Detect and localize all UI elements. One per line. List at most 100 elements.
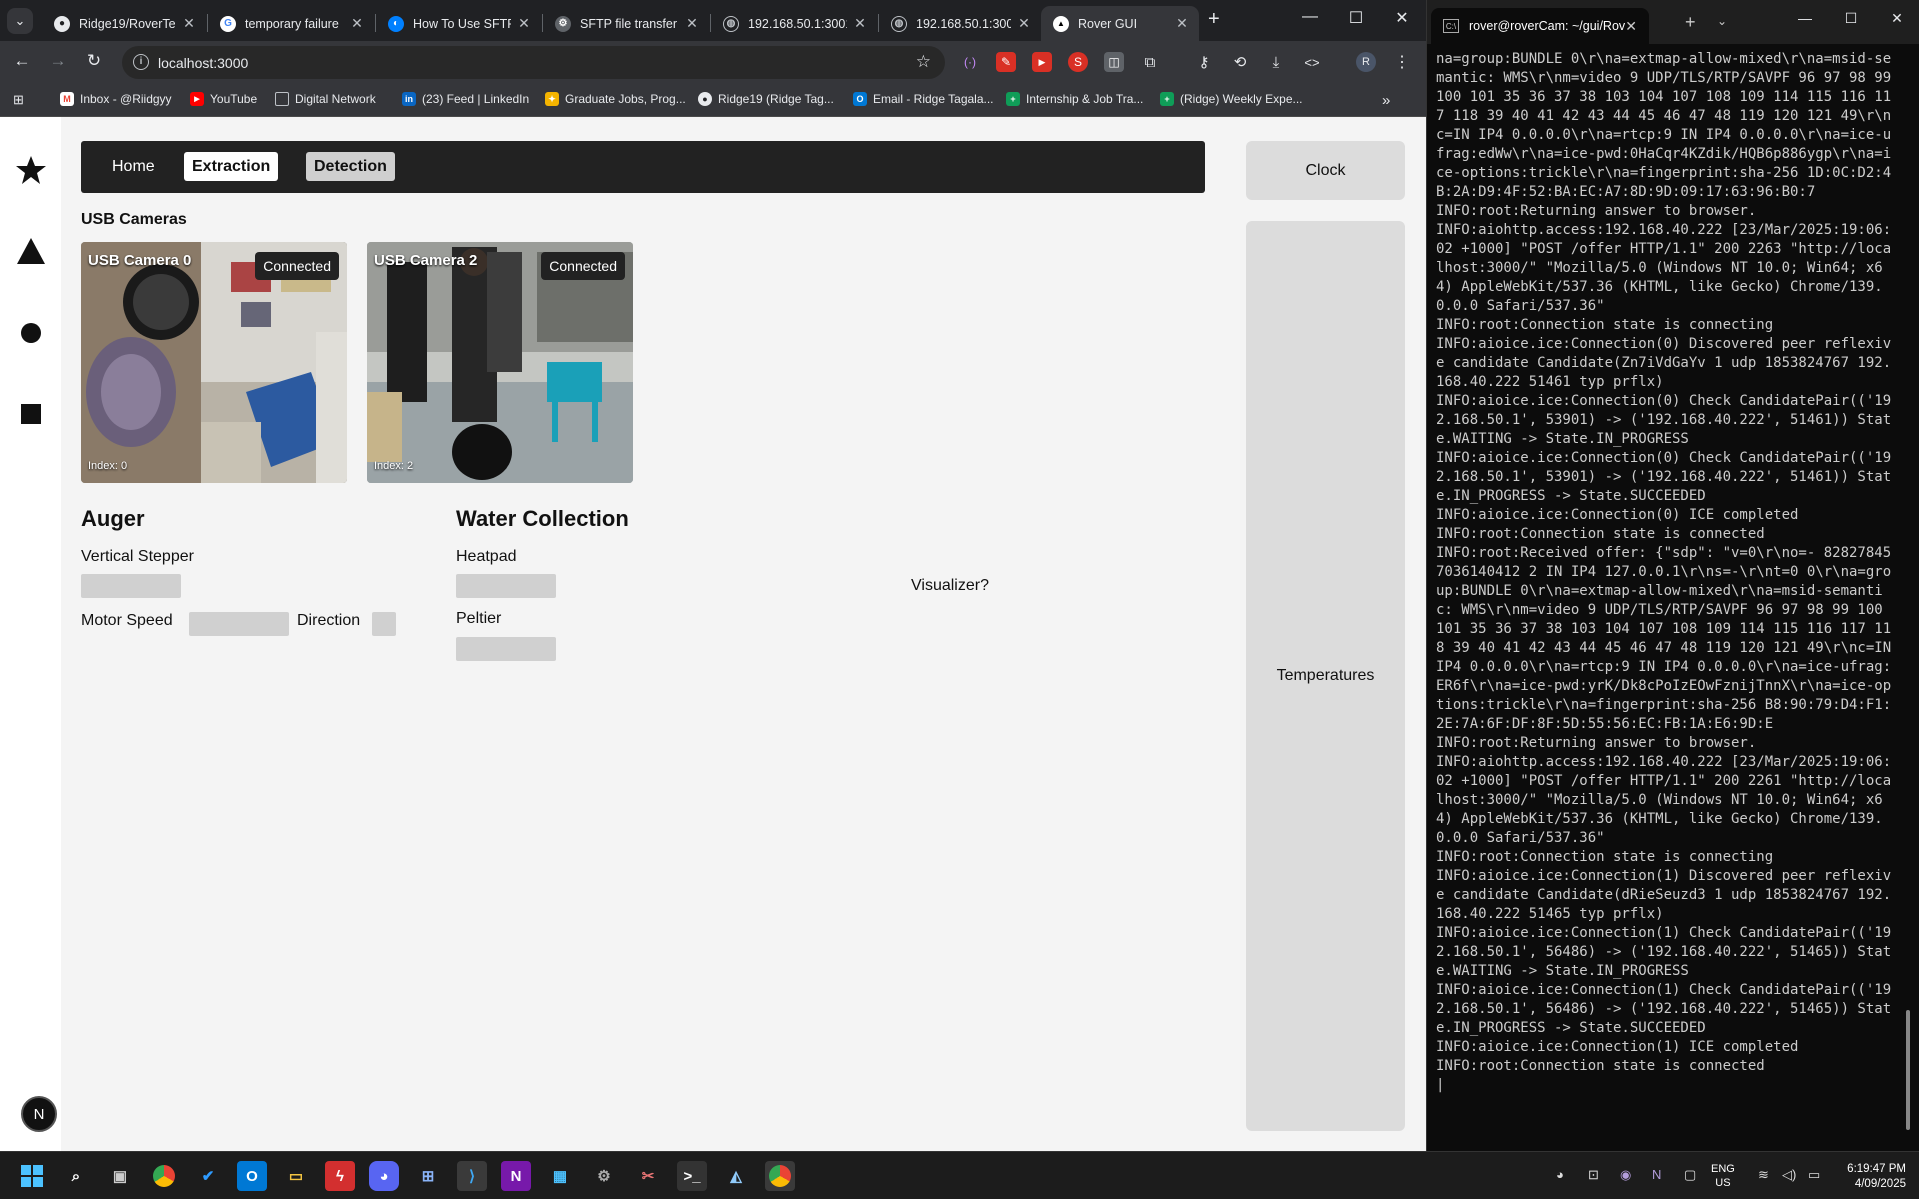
discord-icon[interactable]: ◕ <box>369 1161 399 1191</box>
close-window-button[interactable]: ✕ <box>1874 10 1919 27</box>
volume-icon[interactable]: ◁) <box>1782 1167 1796 1183</box>
close-tab-icon[interactable]: ✕ <box>1625 18 1637 35</box>
bookmark-item[interactable]: + Internship & Job Tra... <box>1006 92 1143 106</box>
download-icon[interactable]: ⤓ <box>1266 52 1286 72</box>
close-tab-icon[interactable]: ✕ <box>182 15 196 32</box>
vscode-icon[interactable]: ⟩ <box>457 1161 487 1191</box>
terminal-output[interactable]: na=group:BUNDLE 0\r\na=extmap-allow-mixe… <box>1436 50 1896 1095</box>
settings-icon[interactable]: ⚙ <box>589 1161 619 1191</box>
address-bar[interactable]: i localhost:3000 ☆ <box>122 46 945 79</box>
language-indicator[interactable]: ENG US <box>1711 1162 1735 1190</box>
browser-tab[interactable]: ◐ How To Use SFTP ✕ <box>376 6 541 41</box>
forward-button[interactable]: → <box>46 51 70 71</box>
browser-tab[interactable]: ◍ 192.168.50.1:3001 ✕ <box>879 6 1041 41</box>
tray-discord-icon[interactable]: ◕ <box>1556 1167 1564 1182</box>
bookmark-item[interactable]: O Email - Ridge Tagala... <box>853 92 994 106</box>
triangle-icon[interactable] <box>14 234 48 268</box>
close-tab-icon[interactable]: ✕ <box>517 15 531 32</box>
tab-home[interactable]: Home <box>104 152 163 181</box>
extension-icon[interactable]: ◫ <box>1104 52 1124 72</box>
square-icon[interactable] <box>14 397 48 431</box>
maximize-button[interactable]: ☐ <box>1333 8 1379 28</box>
extension-icon[interactable]: (·) <box>960 52 980 72</box>
youtube-extension-icon[interactable]: ▶ <box>1032 52 1052 72</box>
bookmark-item[interactable]: ▶ YouTube <box>190 92 257 106</box>
history-icon[interactable]: ⟲ <box>1230 52 1250 72</box>
maximize-button[interactable]: ☐ <box>1828 10 1874 27</box>
close-tab-icon[interactable]: ✕ <box>1017 15 1031 32</box>
lightning-app-icon[interactable]: ϟ <box>325 1161 355 1191</box>
tray-network-icon[interactable]: ⊡ <box>1588 1167 1599 1183</box>
terminal-tab[interactable]: C:\ rover@roverCam: ~/gui/Rov ✕ <box>1431 8 1649 44</box>
bookmark-item[interactable]: ✦ Graduate Jobs, Prog... <box>545 92 686 106</box>
browser-tab[interactable]: ⚙ SFTP file transfer ✕ <box>543 6 709 41</box>
star-icon[interactable] <box>14 153 48 187</box>
nextjs-dev-badge[interactable]: N <box>21 1096 57 1132</box>
extension-icon[interactable]: S <box>1068 52 1088 72</box>
bookmark-star-icon[interactable]: ☆ <box>916 52 931 72</box>
extension-icon[interactable]: ✎ <box>996 52 1016 72</box>
outlook-icon[interactable]: O <box>237 1161 267 1191</box>
browser-tab[interactable]: G temporary failure ✕ <box>208 6 374 41</box>
clock-tray[interactable]: 6:19:47 PM 4/09/2025 <box>1830 1162 1906 1192</box>
site-info-icon[interactable]: i <box>133 54 149 70</box>
snipping-tool-icon[interactable]: ✂ <box>633 1161 663 1191</box>
profile-avatar[interactable]: R <box>1356 52 1376 72</box>
vscode-insiders-icon[interactable]: ✔ <box>193 1161 223 1191</box>
camera-feed-2[interactable]: USB Camera 2 Connected Index: 2 <box>367 242 633 483</box>
back-button[interactable]: ← <box>10 51 34 71</box>
tab-detection[interactable]: Detection <box>306 152 395 181</box>
puzzle-icon[interactable]: ⧉ <box>1140 52 1160 72</box>
terminal-scrollbar[interactable] <box>1906 1010 1910 1130</box>
browser-tab-active[interactable]: ▲ Rover GUI ✕ <box>1041 6 1199 41</box>
peltier-input[interactable] <box>456 637 556 661</box>
bookmark-item[interactable]: Digital Network <box>275 92 376 106</box>
task-view-icon[interactable]: ▣ <box>105 1161 135 1191</box>
bookmark-item[interactable]: M Inbox - @Riidgyy <box>60 92 172 106</box>
key-icon[interactable]: ⚷ <box>1194 52 1214 72</box>
chrome-active-icon[interactable] <box>765 1161 795 1191</box>
circle-icon[interactable] <box>14 316 48 350</box>
store-icon[interactable]: ▦ <box>545 1161 575 1191</box>
tab-search-button[interactable]: ⌄ <box>7 8 33 34</box>
onenote-icon[interactable]: N <box>501 1161 531 1191</box>
start-icon[interactable] <box>17 1161 47 1191</box>
heatpad-input[interactable] <box>456 574 556 598</box>
reload-button[interactable]: ↻ <box>82 51 106 71</box>
browser-tab[interactable]: ◍ 192.168.50.1:3001 ✕ <box>711 6 877 41</box>
more-bookmarks-icon[interactable]: » <box>1382 92 1390 109</box>
chrome-icon[interactable] <box>149 1161 179 1191</box>
bookmark-item[interactable]: + (Ridge) Weekly Expe... <box>1160 92 1303 106</box>
apps-icon[interactable]: ⊞ <box>13 92 24 108</box>
tray-window-icon[interactable]: ▢ <box>1684 1167 1696 1183</box>
search-icon[interactable]: ⌕ <box>61 1161 91 1191</box>
battery-icon[interactable]: ▭ <box>1808 1167 1820 1183</box>
tab-extraction[interactable]: Extraction <box>184 152 279 181</box>
vertical-stepper-input[interactable] <box>81 574 181 598</box>
minimize-button[interactable]: — <box>1782 10 1828 26</box>
wifi-icon[interactable]: ≋ <box>1758 1167 1769 1183</box>
browser-tab[interactable]: ● Ridge19/RoverTea ✕ <box>42 6 206 41</box>
close-tab-icon[interactable]: ✕ <box>1175 15 1189 32</box>
bookmark-item[interactable]: in (23) Feed | LinkedIn <box>402 92 529 106</box>
close-tab-icon[interactable]: ✕ <box>853 15 867 32</box>
devtools-icon[interactable]: <> <box>1302 52 1322 72</box>
minimize-button[interactable]: — <box>1287 8 1333 26</box>
photos-icon[interactable]: ◭ <box>721 1161 751 1191</box>
motor-speed-input[interactable] <box>189 612 289 636</box>
tray-onenote-icon[interactable]: N <box>1652 1167 1661 1182</box>
close-tab-icon[interactable]: ✕ <box>350 15 364 32</box>
bookmark-item[interactable]: ● Ridge19 (Ridge Tag... <box>698 92 834 106</box>
terminal-app-icon[interactable]: >_ <box>677 1161 707 1191</box>
close-window-button[interactable]: ✕ <box>1379 8 1425 28</box>
network-app-icon[interactable]: ⊞ <box>413 1161 443 1191</box>
direction-toggle[interactable] <box>372 612 396 636</box>
chevron-down-icon[interactable]: ⌄ <box>1717 14 1727 28</box>
tray-app-icon[interactable]: ◉ <box>1620 1167 1631 1183</box>
close-tab-icon[interactable]: ✕ <box>685 15 699 32</box>
new-tab-button[interactable]: + <box>1685 12 1696 33</box>
new-tab-button[interactable]: + <box>1208 8 1220 31</box>
menu-icon[interactable]: ⋮ <box>1392 52 1412 72</box>
file-explorer-icon[interactable]: ▭ <box>281 1161 311 1191</box>
camera-feed-0[interactable]: USB Camera 0 Connected Index: 0 <box>81 242 347 483</box>
